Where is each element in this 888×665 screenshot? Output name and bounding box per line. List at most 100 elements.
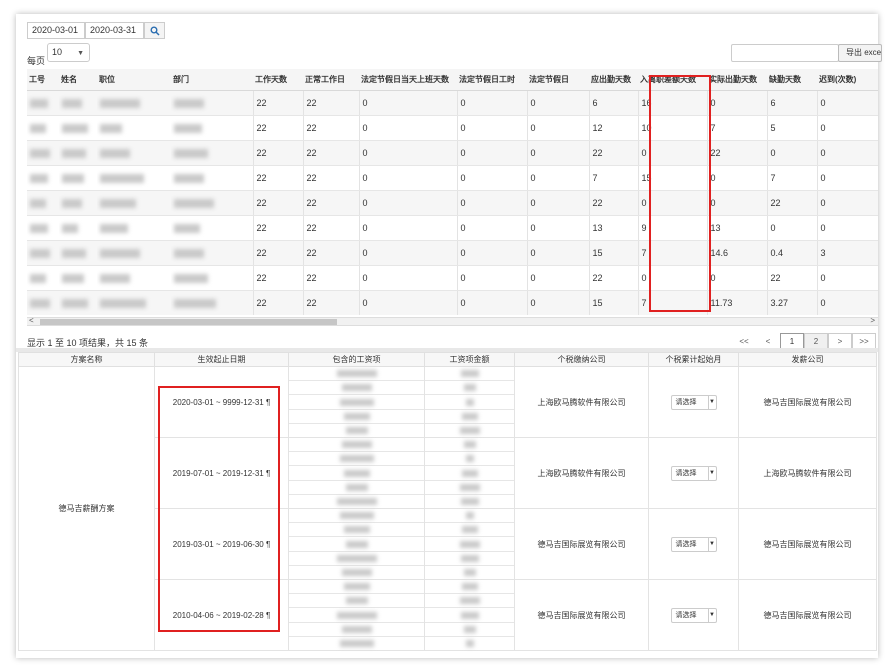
plan-column-header: 发薪公司 bbox=[738, 352, 877, 367]
redacted-block bbox=[463, 441, 476, 449]
salary-amount-cell bbox=[424, 366, 515, 438]
redacted-cell bbox=[97, 265, 171, 291]
redacted-block bbox=[30, 248, 50, 258]
table-cell: 12 bbox=[588, 115, 638, 141]
column-header[interactable]: 实际出勤天数 bbox=[707, 69, 767, 91]
column-header[interactable]: 职位 bbox=[97, 69, 171, 91]
start-date-input[interactable]: 2020-03-01 bbox=[27, 22, 85, 39]
column-header[interactable]: 应出勤天数 bbox=[589, 69, 638, 91]
column-header[interactable]: 姓名 bbox=[59, 69, 97, 91]
end-date-input[interactable]: 2020-03-31 bbox=[85, 22, 144, 39]
tax-start-month-select[interactable]: 请选择 ▼ bbox=[670, 465, 717, 481]
table-cell: 22 bbox=[588, 140, 638, 166]
redacted-cell bbox=[97, 115, 171, 141]
search-button[interactable] bbox=[144, 22, 165, 39]
table-cell: 13 bbox=[588, 215, 638, 241]
redacted-block bbox=[345, 597, 368, 605]
pay-company-cell: 德马吉国际展览有限公司 bbox=[738, 579, 877, 651]
table-filter-input[interactable] bbox=[731, 44, 839, 62]
redacted-cell bbox=[27, 140, 59, 166]
redacted-block bbox=[463, 568, 476, 576]
column-header[interactable]: 法定节假日当天上班天数 bbox=[359, 69, 457, 91]
redacted-block bbox=[461, 583, 478, 591]
table-cell: 0 bbox=[456, 215, 527, 241]
table-row[interactable]: 22 22 0 0 0 22 0 0 22 0 bbox=[27, 265, 878, 291]
table-cell: 3.27 bbox=[766, 290, 817, 315]
sub-rows bbox=[289, 367, 424, 437]
redacted-cell bbox=[171, 165, 253, 191]
sub-row bbox=[289, 466, 424, 481]
redacted-block bbox=[30, 98, 48, 108]
table-cell: 0 bbox=[456, 115, 527, 141]
table-row[interactable]: 22 22 0 0 0 15 7 11.73 3.27 0 bbox=[27, 290, 878, 315]
horizontal-scrollbar[interactable]: < > bbox=[27, 316, 878, 326]
table-cell: 22 bbox=[252, 115, 303, 141]
redacted-block bbox=[343, 469, 370, 477]
sub-row bbox=[425, 552, 514, 566]
scroll-right-icon[interactable]: > bbox=[870, 316, 875, 325]
table-cell: 15 bbox=[588, 240, 638, 266]
redacted-block bbox=[100, 98, 140, 108]
redacted-cell bbox=[97, 140, 171, 166]
highlight-box bbox=[649, 75, 711, 312]
per-page-select[interactable]: 10 ▼ bbox=[47, 43, 90, 62]
sub-rows bbox=[425, 367, 514, 437]
table-cell: 22 bbox=[706, 140, 767, 166]
redacted-cell bbox=[97, 190, 171, 216]
tax-start-month-select[interactable]: 请选择 ▼ bbox=[670, 394, 717, 410]
table-row[interactable]: 22 22 0 0 0 13 9 13 0 0 bbox=[27, 215, 878, 241]
per-page-label: 每页 bbox=[27, 56, 46, 66]
table-row[interactable]: 22 22 0 0 0 12 10 7 5 0 bbox=[27, 115, 878, 141]
sub-row bbox=[289, 608, 424, 623]
tax-company-cell: 德马吉国际展览有限公司 bbox=[514, 508, 649, 580]
table-row[interactable]: 22 22 0 0 0 6 16 0 6 0 bbox=[27, 90, 878, 116]
tax-start-month-cell: 请选择 ▼ bbox=[648, 579, 739, 651]
table-row[interactable]: 22 22 0 0 0 22 0 22 0 0 bbox=[27, 140, 878, 166]
redacted-block bbox=[100, 148, 130, 158]
column-header[interactable]: 法定节假日 bbox=[527, 69, 589, 91]
redacted-cell bbox=[27, 190, 59, 216]
export-excel-button[interactable]: 导出 excel bbox=[838, 44, 882, 62]
table-cell: 22 bbox=[252, 290, 303, 315]
column-header[interactable]: 工作天数 bbox=[253, 69, 303, 91]
column-header[interactable]: 部门 bbox=[171, 69, 253, 91]
sub-row bbox=[289, 367, 424, 382]
table-row[interactable]: 22 22 0 0 0 7 15 0 7 0 bbox=[27, 165, 878, 191]
redacted-block bbox=[461, 526, 478, 534]
scrollbar-thumb[interactable] bbox=[40, 319, 337, 325]
redacted-cell bbox=[171, 290, 253, 315]
column-header[interactable]: 迟到(次数) bbox=[817, 69, 878, 91]
redacted-block bbox=[465, 398, 474, 406]
redacted-block bbox=[345, 483, 368, 491]
redacted-block bbox=[100, 223, 128, 233]
sub-row bbox=[425, 637, 514, 650]
column-header[interactable]: 法定节假日工时 bbox=[457, 69, 527, 91]
redacted-block bbox=[336, 554, 377, 562]
plan-name-cell: 德马吉薪酬方案 bbox=[18, 366, 155, 651]
tax-start-month-select[interactable]: 请选择 ▼ bbox=[670, 607, 717, 623]
sub-row bbox=[425, 381, 514, 396]
sub-row bbox=[289, 552, 424, 566]
column-header[interactable]: 工号 bbox=[27, 69, 59, 91]
redacted-block bbox=[461, 469, 478, 477]
tax-start-month-select[interactable]: 请选择 ▼ bbox=[670, 536, 717, 552]
table-cell: 0 bbox=[456, 290, 527, 315]
redacted-block bbox=[62, 123, 88, 133]
redacted-cell bbox=[59, 290, 97, 315]
table-cell: 22 bbox=[302, 290, 359, 315]
scroll-left-icon[interactable]: < bbox=[29, 316, 34, 325]
table-cell: 0 bbox=[526, 140, 589, 166]
tax-start-month-cell: 请选择 ▼ bbox=[648, 437, 739, 509]
table-cell: 22 bbox=[302, 140, 359, 166]
column-header[interactable]: 正常工作日 bbox=[303, 69, 359, 91]
redacted-block bbox=[62, 248, 86, 258]
salary-plan-table: 方案名称 生效起止日期 包含的工资项 工资项金额 个税缴纳公司 个税累计起始月 发薪公司 德… bbox=[16, 352, 878, 654]
redacted-block bbox=[174, 223, 200, 233]
redacted-cell bbox=[59, 215, 97, 241]
salary-items-cell bbox=[288, 508, 425, 580]
table-row[interactable]: 22 22 0 0 0 15 7 14.6 0.4 3 bbox=[27, 240, 878, 266]
table-row[interactable]: 22 22 0 0 0 22 0 0 22 0 bbox=[27, 190, 878, 216]
column-header[interactable]: 缺勤天数 bbox=[767, 69, 817, 91]
redacted-cell bbox=[97, 215, 171, 241]
sub-row bbox=[289, 580, 424, 595]
